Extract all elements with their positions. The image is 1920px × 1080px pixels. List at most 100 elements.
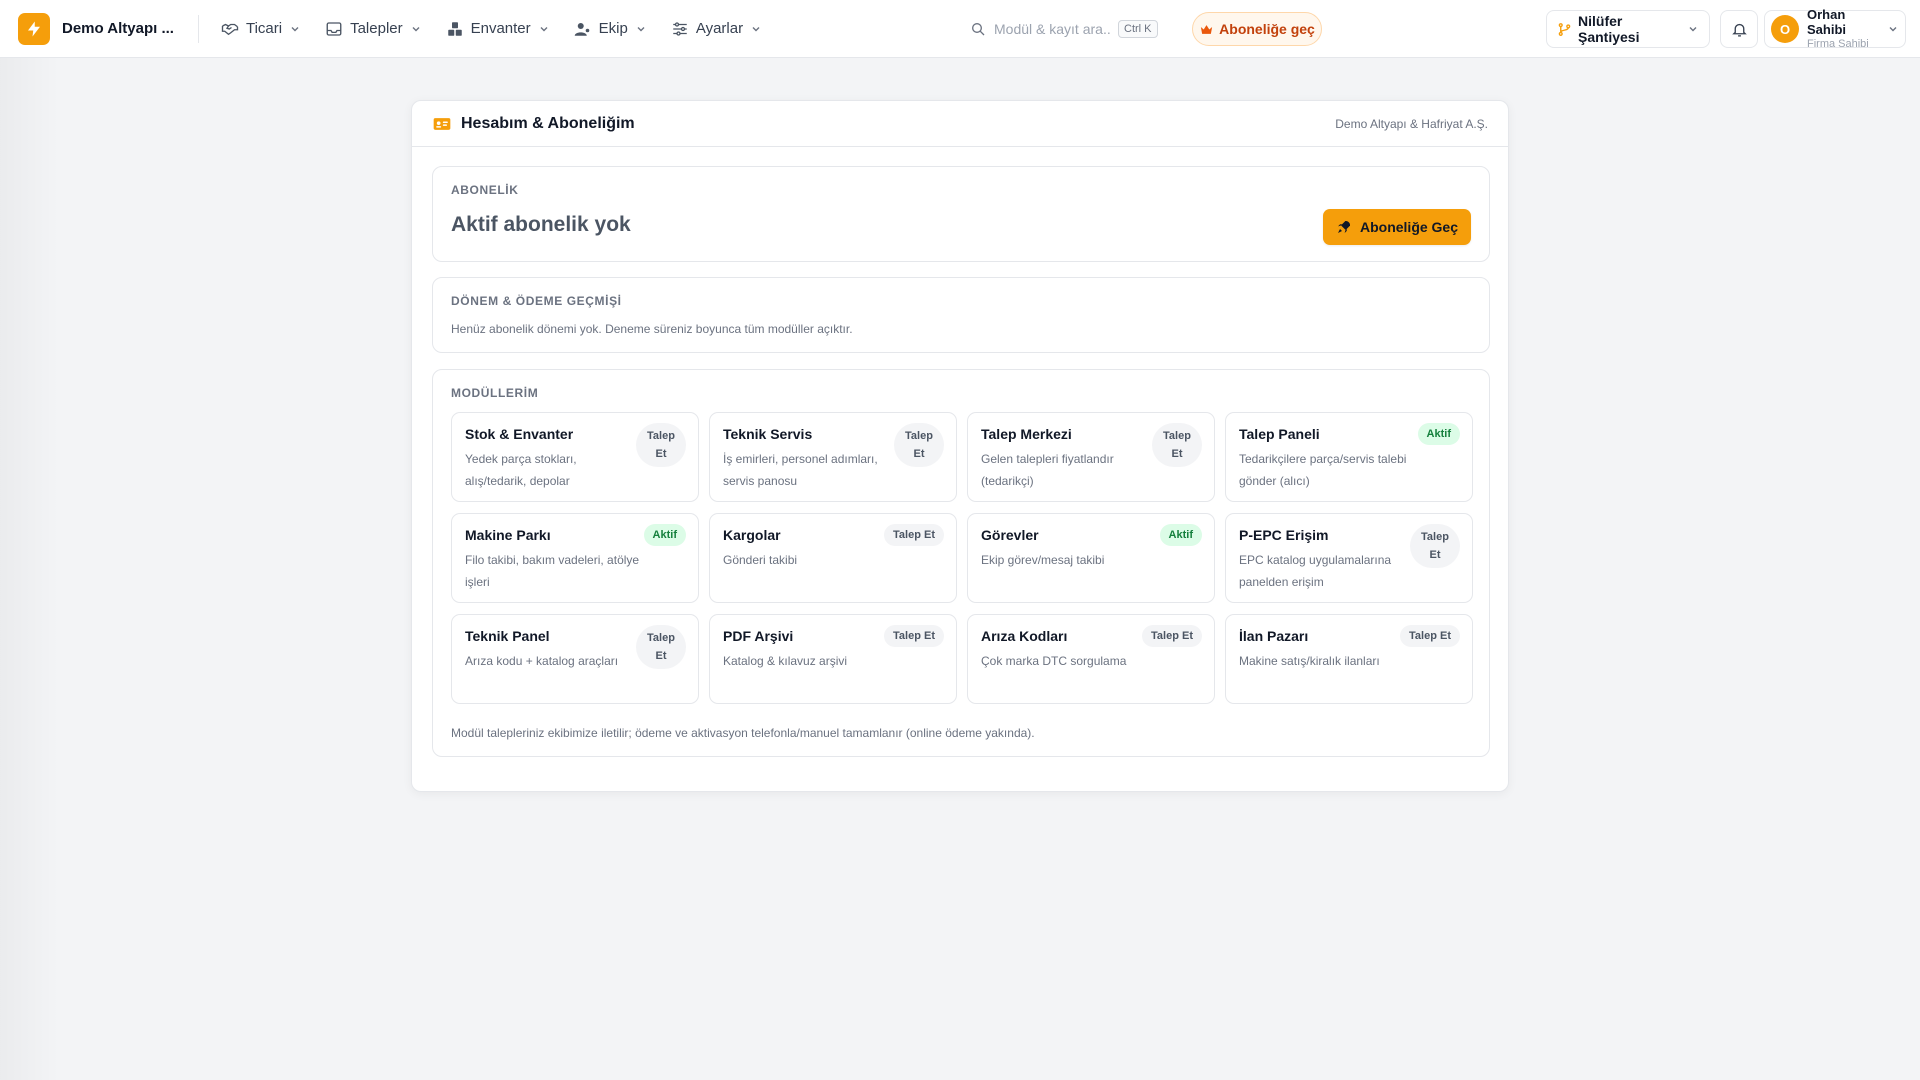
module-request-button[interactable]: Talep Et	[636, 625, 686, 669]
module-card[interactable]: Teknik Servis İş emirleri, personel adıml…	[709, 412, 957, 502]
brand-name: Demo Altyapı ...	[62, 20, 174, 37]
site-selector[interactable]: Nilüfer Şantiyesi	[1546, 10, 1710, 48]
module-title: Talep Merkezi	[981, 426, 1072, 442]
chevron-down-icon	[291, 26, 299, 31]
nav-label: Envanter	[470, 20, 531, 37]
module-title: Teknik Panel	[465, 628, 550, 644]
chevron-down-icon	[1689, 27, 1697, 32]
module-request-button[interactable]: Talep Et	[1410, 524, 1460, 568]
chevron-down-icon	[1889, 27, 1897, 32]
module-description: EPC katalog uygulamalarına panelden eriş…	[1239, 553, 1392, 589]
nav-item-envanter[interactable]: Envanter	[442, 14, 554, 44]
module-request-button[interactable]: Talep Et	[1152, 423, 1202, 467]
nav-label: Ekip	[598, 20, 628, 37]
module-description: Filo takibi, bakım vadeleri, atölye işle…	[465, 553, 640, 589]
nav-label: Talepler	[350, 20, 403, 37]
modules-note: Modül talepleriniz ekibimize iletilir; ö…	[451, 726, 1035, 740]
lightning-logo-icon	[18, 12, 50, 45]
top-bar: Demo Altyapı ... Ticari Talepler Envante…	[0, 0, 1920, 58]
module-card[interactable]: Görevler Ekip görev/mesaj takibi Aktif	[967, 513, 1215, 603]
account-card: Hesabım & Aboneliğim Demo Altyapı & Hafr…	[411, 100, 1509, 792]
module-card[interactable]: Makine Parkı Filo takibi, bakım vadeleri,…	[451, 513, 699, 603]
history-section: DÖNEM & ÖDEME GEÇMİŞİ Henüz abonelik dön…	[432, 277, 1490, 353]
module-request-button[interactable]: Talep Et	[884, 524, 944, 546]
module-title: Kargolar	[723, 527, 781, 543]
user-menu[interactable]: O Orhan Sahibi Firma Sahibi	[1764, 6, 1906, 51]
module-card[interactable]: Talep Paneli Tedarikçilere parça/servis t…	[1225, 412, 1473, 502]
brand[interactable]: Demo Altyapı ...	[18, 12, 174, 45]
module-request-button[interactable]: Talep Et	[1142, 625, 1202, 647]
module-title: İlan Pazarı	[1239, 628, 1309, 644]
upgrade-pill-button[interactable]: Aboneliğe geç	[1192, 12, 1322, 46]
module-description: Gelen talepleri fiyatlandır (tedarikçi)	[981, 452, 1114, 488]
module-title: Talep Paneli	[1239, 426, 1320, 442]
crown-icon	[1201, 24, 1213, 34]
sliders-icon	[673, 21, 687, 36]
search-input[interactable]	[994, 21, 1112, 37]
boxes-icon	[447, 21, 462, 36]
module-request-button[interactable]: Talep Et	[1400, 625, 1460, 647]
history-empty-text: Henüz abonelik dönemi yok. Deneme süreni…	[451, 322, 853, 336]
nav-item-ekip[interactable]: Ekip	[570, 14, 651, 44]
module-description: İş emirleri, personel adımları, servis p…	[723, 452, 878, 488]
subscribe-button[interactable]: Aboneliğe Geç	[1323, 209, 1471, 245]
subscription-status: Aktif abonelik yok	[451, 213, 631, 236]
module-card[interactable]: Stok & Envanter Yedek parça stokları, alı…	[451, 412, 699, 502]
module-description: Yedek parça stokları, alış/tedarik, depo…	[465, 452, 577, 488]
module-card[interactable]: Talep Merkezi Gelen talepleri fiyatlandır…	[967, 412, 1215, 502]
modules-grid: Stok & Envanter Yedek parça stokları, alı…	[451, 412, 1473, 704]
module-title: Makine Parkı	[465, 527, 551, 543]
module-request-button[interactable]: Talep Et	[884, 625, 944, 647]
history-section-label: DÖNEM & ÖDEME GEÇMİŞİ	[451, 294, 622, 308]
module-description: Makine satış/kiralık ilanları	[1239, 654, 1380, 668]
module-card[interactable]: Teknik Panel Arıza kodu + katalog araçlar…	[451, 614, 699, 704]
nav-item-ayarlar[interactable]: Ayarlar	[667, 14, 766, 44]
main-nav: Ticari Talepler Envanter Ekip Ayarlar	[217, 14, 766, 44]
page-shade	[0, 0, 60, 1080]
module-title: P-EPC Erişim	[1239, 527, 1329, 543]
notifications-button[interactable]	[1720, 10, 1758, 48]
divider	[197, 14, 199, 43]
subscribe-button-label: Aboneliğe Geç	[1359, 219, 1459, 235]
user-info: Orhan Sahibi Firma Sahibi	[1807, 6, 1879, 51]
nav-label: Ticari	[245, 20, 283, 37]
module-active-badge: Aktif	[1417, 423, 1460, 445]
users-icon	[574, 22, 590, 36]
module-title: Teknik Servis	[723, 426, 813, 442]
module-request-button[interactable]: Talep Et	[894, 423, 944, 467]
chevron-down-icon	[412, 26, 420, 31]
global-search[interactable]: Ctrl K	[962, 13, 1178, 45]
module-card[interactable]: Kargolar Gönderi takibi Talep Et	[709, 513, 957, 603]
search-shortcut-hint: Ctrl K	[1118, 20, 1158, 38]
module-description: Tedarikçilere parça/servis talebi gönder…	[1239, 452, 1407, 488]
user-role: Firma Sahibi	[1807, 37, 1869, 50]
nav-item-ticari[interactable]: Ticari	[217, 14, 305, 44]
module-card[interactable]: İlan Pazarı Makine satış/kiralık ilanları…	[1225, 614, 1473, 704]
company-name: Demo Altyapı & Hafriyat A.Ş.	[1335, 116, 1488, 131]
id-card-icon	[433, 117, 451, 130]
user-name: Orhan Sahibi	[1807, 6, 1847, 37]
module-description: Çok marka DTC sorgulama	[981, 654, 1127, 668]
modules-section: MODÜLLERİM Stok & Envanter Yedek parça st…	[432, 369, 1490, 757]
nav-label: Ayarlar	[695, 20, 744, 37]
modules-section-label: MODÜLLERİM	[451, 386, 539, 400]
module-title: Görevler	[981, 527, 1039, 543]
module-card[interactable]: Arıza Kodları Çok marka DTC sorgulama Tale…	[967, 614, 1215, 704]
chevron-down-icon	[637, 26, 645, 31]
module-description: Gönderi takibi	[723, 553, 798, 567]
chevron-down-icon	[540, 26, 548, 31]
page-title: Hesabım & Aboneliğim	[461, 114, 635, 132]
site-selector-label: Nilüfer Şantiyesi	[1578, 13, 1640, 45]
inbox-icon	[326, 21, 342, 36]
card-header: Hesabım & Aboneliğim Demo Altyapı & Hafr…	[412, 101, 1508, 147]
module-title: PDF Arşivi	[723, 628, 794, 644]
rocket-icon	[1337, 220, 1351, 233]
nav-item-talepler[interactable]: Talepler	[321, 14, 426, 44]
handshake-icon	[221, 23, 239, 35]
module-request-button[interactable]: Talep Et	[636, 423, 686, 467]
module-card[interactable]: P-EPC Erişim EPC katalog uygulamalarına p…	[1225, 513, 1473, 603]
module-title: Stok & Envanter	[465, 426, 574, 442]
bell-icon	[1731, 23, 1747, 37]
module-description: Ekip görev/mesaj takibi	[981, 553, 1105, 567]
module-card[interactable]: PDF Arşivi Katalog & kılavuz arşivi Talep …	[709, 614, 957, 704]
